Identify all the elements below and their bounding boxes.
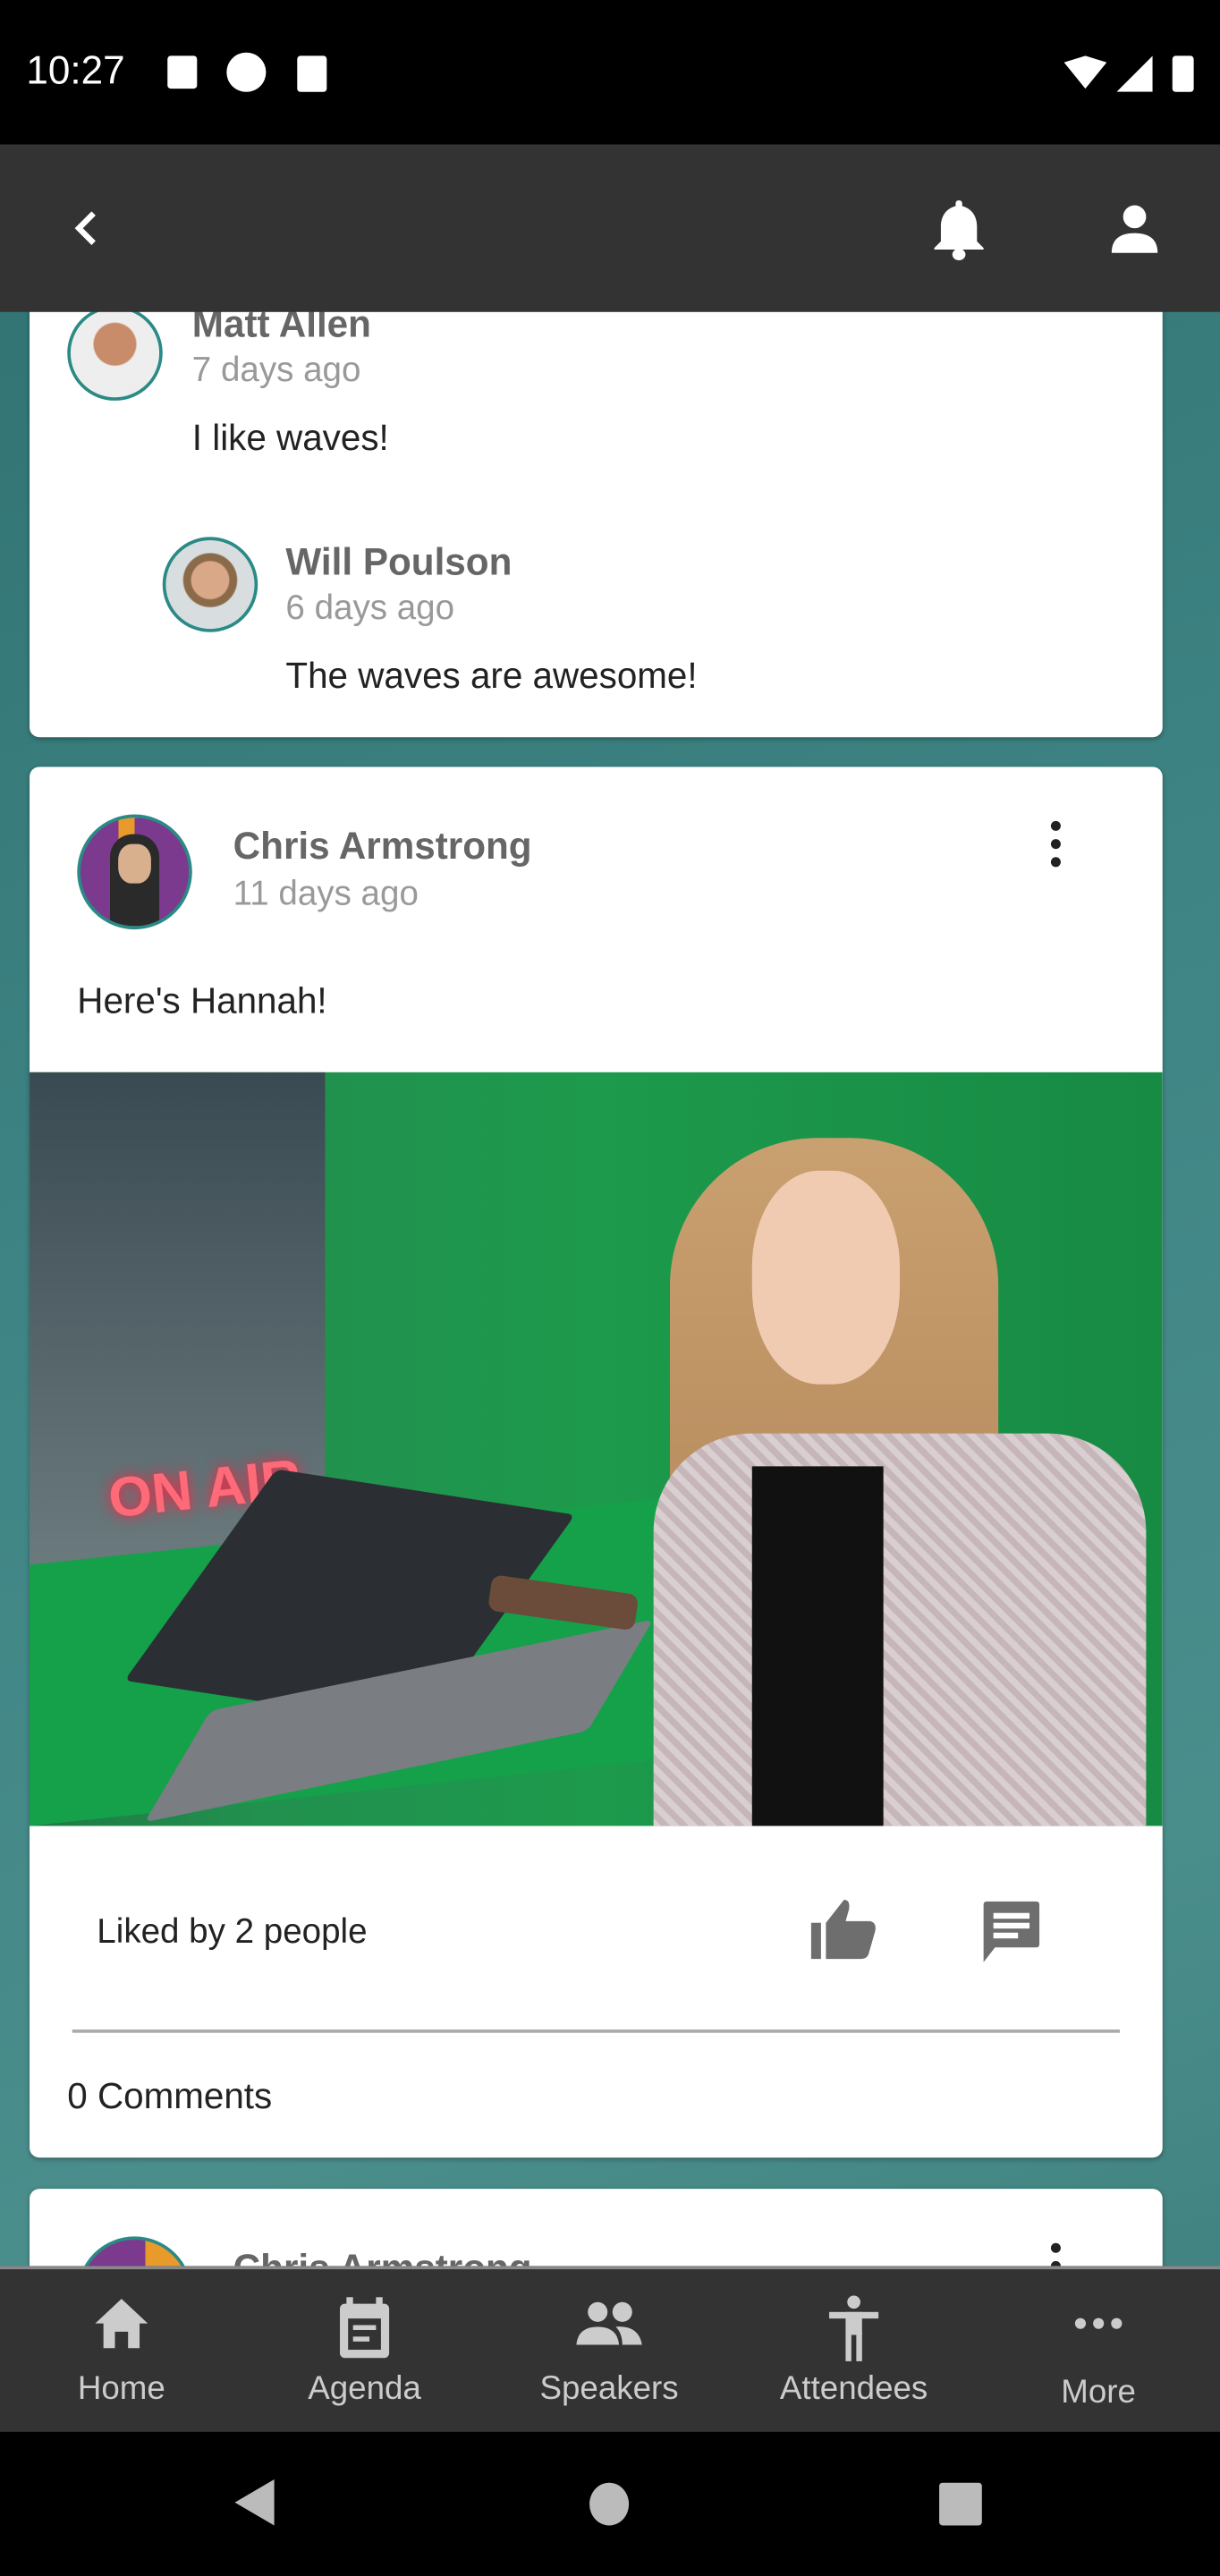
author-avatar[interactable]: [77, 814, 192, 930]
app-icon: [226, 52, 267, 92]
reply-text: The waves are awesome!: [285, 655, 698, 697]
comments-count[interactable]: 0 Comments: [67, 2075, 272, 2118]
nav-agenda[interactable]: Agenda: [243, 2269, 487, 2435]
nav-more[interactable]: More: [977, 2269, 1220, 2435]
wifi-icon: [1063, 55, 1107, 89]
nav-attendees[interactable]: Attendees: [733, 2269, 976, 2435]
app-root: 10:27 Matt Allen 7 days ago I like waves…: [0, 0, 1220, 2575]
comment-text: I like waves!: [191, 417, 389, 459]
reply-time: 6 days ago: [285, 589, 455, 628]
signal-icon: [1116, 55, 1153, 92]
post-author[interactable]: Chris Armstrong: [233, 825, 532, 869]
nav-speakers[interactable]: Speakers: [487, 2269, 731, 2435]
post-image[interactable]: ON AIR: [30, 1072, 1163, 1826]
system-navigation-bar: [0, 2431, 1220, 2575]
nav-label: Speakers: [539, 2370, 679, 2408]
system-recents-button[interactable]: [937, 2481, 983, 2527]
nav-label: More: [1061, 2374, 1136, 2411]
back-button[interactable]: [65, 207, 108, 250]
battery-icon: [1172, 55, 1194, 92]
post-card: Chris Armstrong 11 days ago Here's Hanna…: [30, 767, 1163, 2158]
app-bar: [0, 144, 1220, 312]
accessibility-icon: [167, 55, 198, 89]
likes-count[interactable]: Liked by 2 people: [97, 1913, 367, 1953]
system-back-button[interactable]: [232, 2478, 277, 2527]
post-card-comments: Matt Allen 7 days ago I like waves! Will…: [30, 246, 1163, 738]
home-icon: [95, 2299, 148, 2349]
more-horizontal-icon: [1074, 2318, 1123, 2329]
reply-author[interactable]: Will Poulson: [285, 540, 512, 585]
sd-card-icon: [297, 55, 327, 92]
system-home-button[interactable]: [588, 2481, 631, 2527]
post-time: 11 days ago: [233, 875, 419, 913]
person-standing-icon: [829, 2295, 879, 2361]
post-text: Here's Hannah!: [77, 979, 327, 1021]
calendar-icon: [340, 2297, 390, 2359]
nav-label: Attendees: [779, 2370, 928, 2408]
status-time: 10:27: [26, 49, 125, 94]
nav-home[interactable]: Home: [0, 2269, 243, 2435]
post-menu-button[interactable]: [1050, 820, 1061, 876]
like-button[interactable]: [808, 1896, 880, 1962]
avatar-will-poulson[interactable]: [162, 537, 258, 632]
profile-button[interactable]: [1106, 204, 1162, 257]
people-icon: [576, 2301, 642, 2345]
avatar-matt-allen[interactable]: [67, 305, 163, 401]
notifications-button[interactable]: [929, 197, 988, 262]
comment-button[interactable]: [980, 1900, 1043, 1965]
nav-label: Agenda: [308, 2370, 421, 2408]
divider: [72, 2029, 1121, 2033]
comment-time: 7 days ago: [191, 351, 361, 390]
status-bar: 10:27: [0, 0, 1220, 145]
nav-label: Home: [77, 2370, 165, 2408]
bottom-navigation: Home Agenda Speakers Attendees More: [0, 2266, 1220, 2436]
